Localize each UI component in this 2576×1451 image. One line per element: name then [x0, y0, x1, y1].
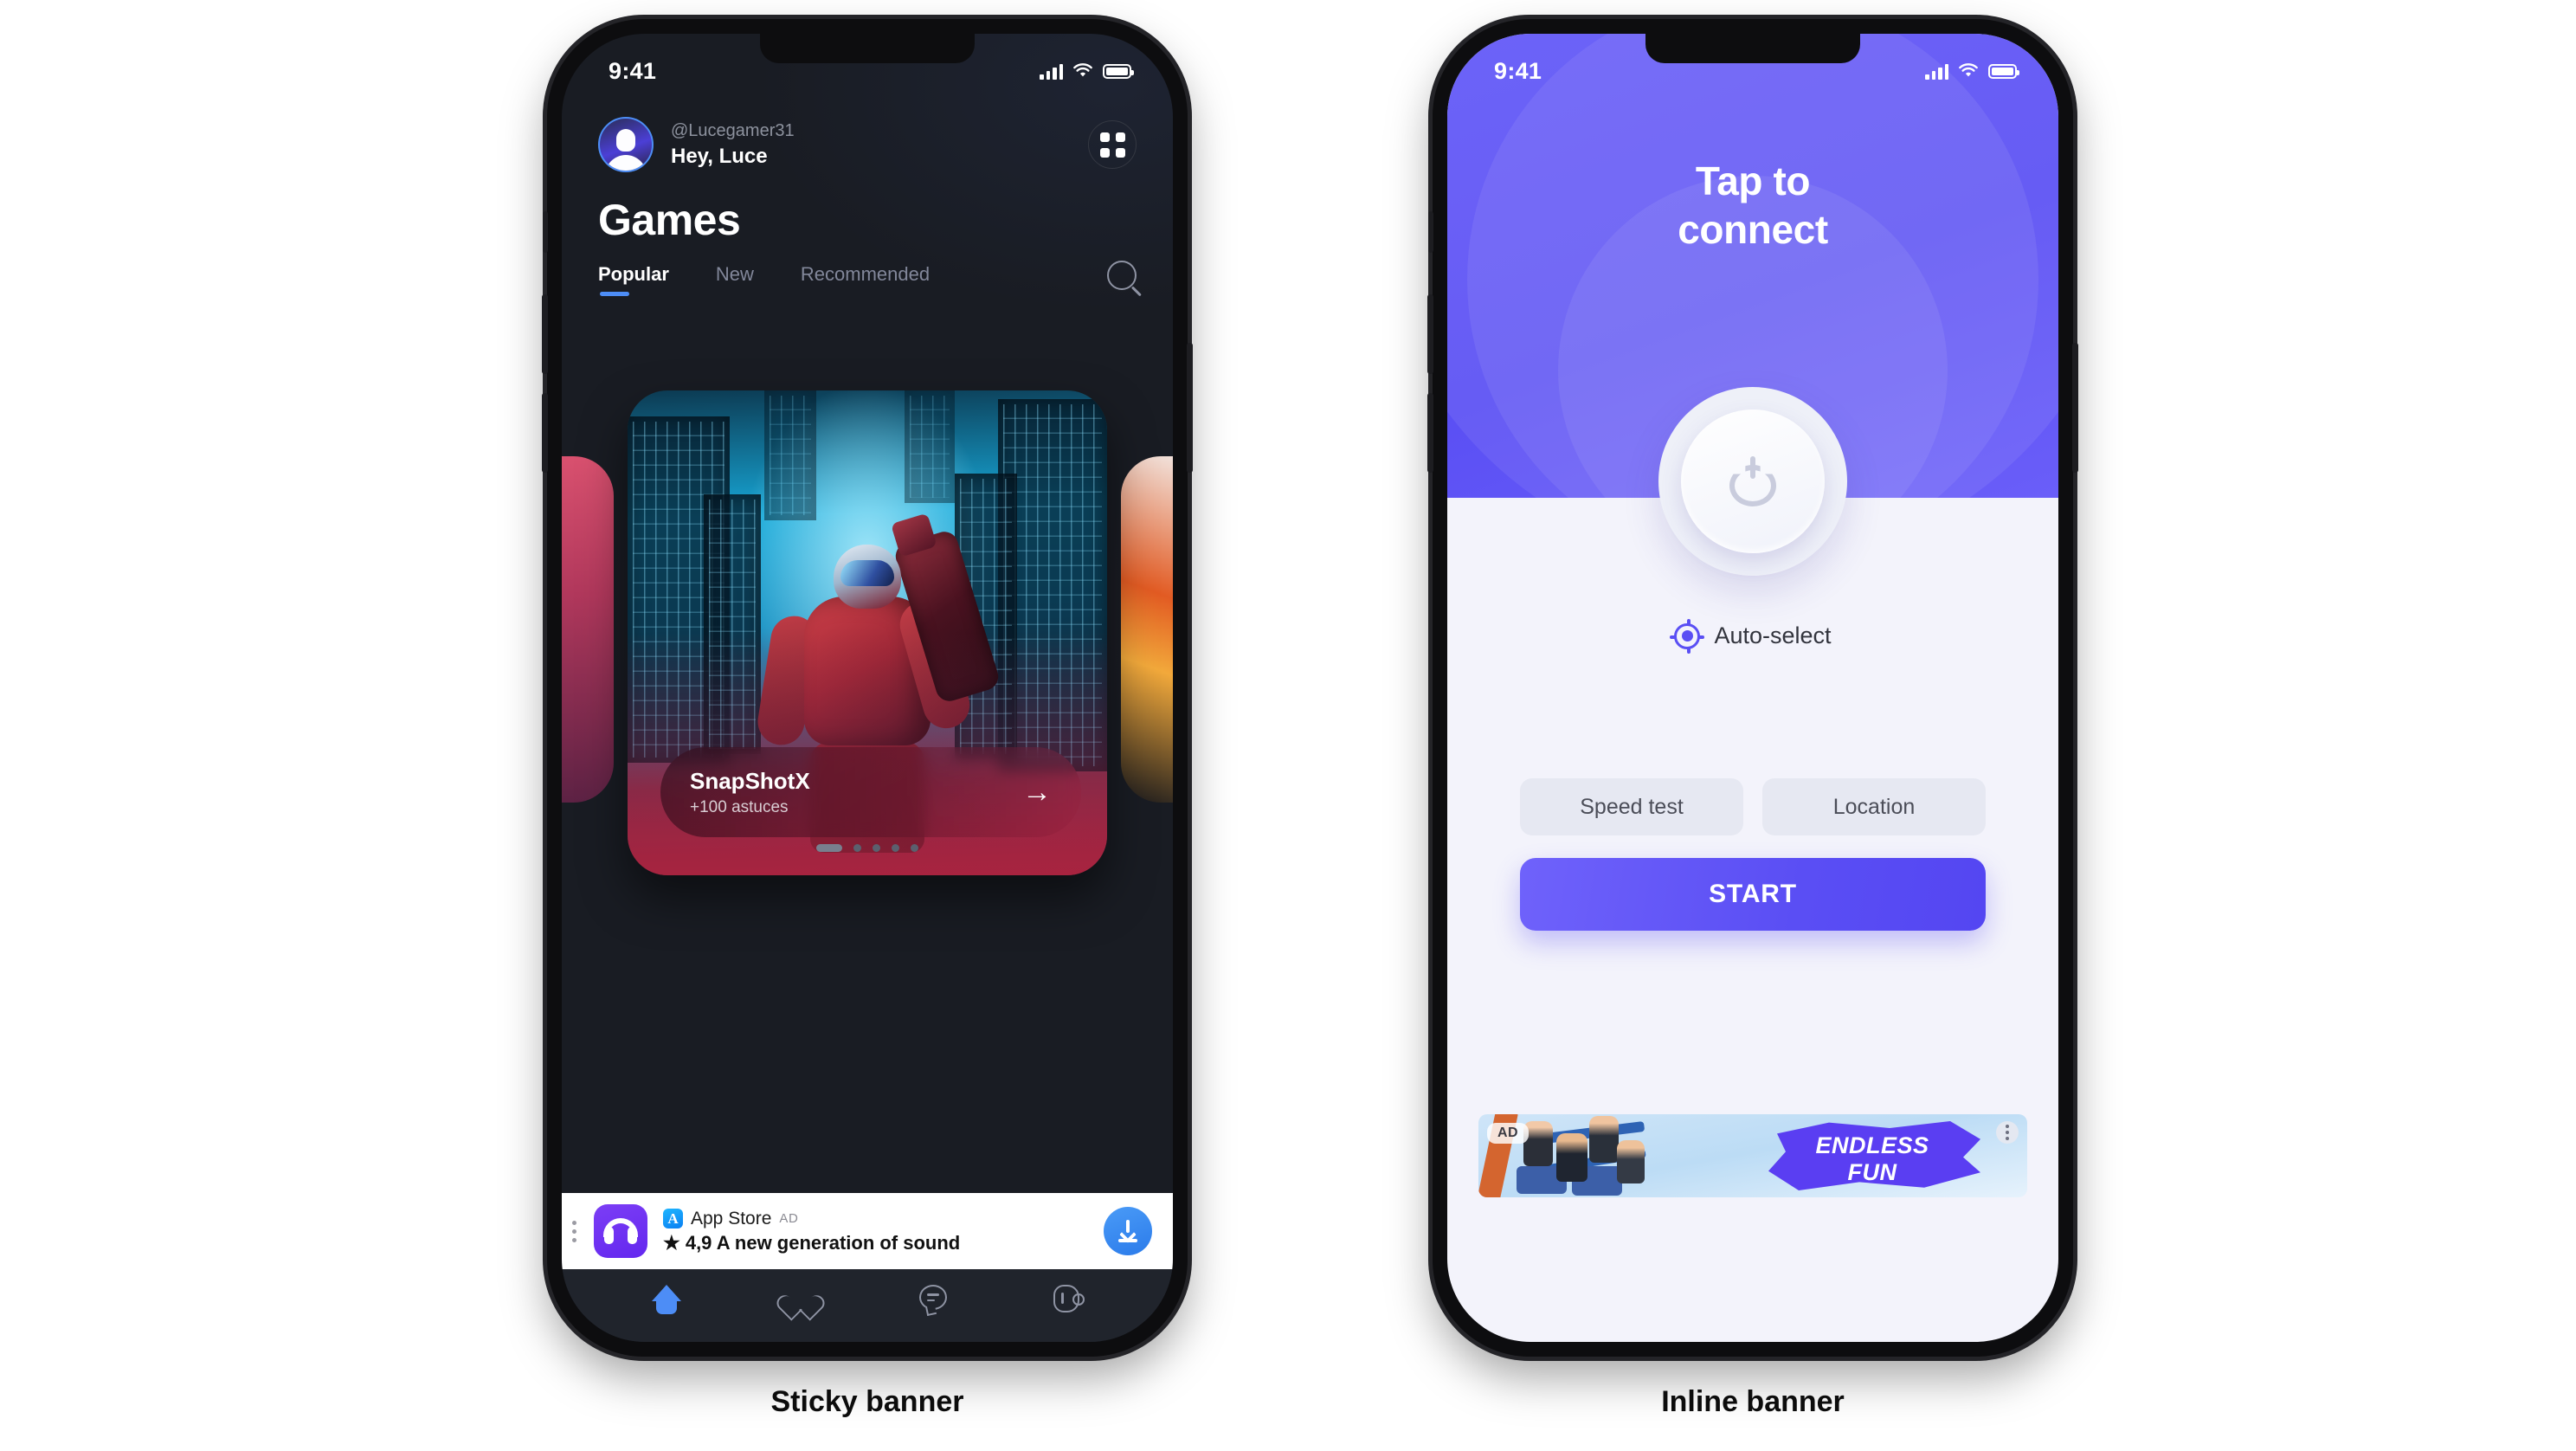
nav-heart-icon[interactable]	[786, 1285, 815, 1314]
silent-switch[interactable]	[1428, 211, 1433, 253]
game-title: SnapShotX	[690, 767, 810, 794]
cellular-signal-icon	[1040, 63, 1063, 80]
vpn-app-screen: 9:41 Tap to connect Auto-select Speed te…	[1447, 34, 2058, 1342]
nav-chat-icon[interactable]	[919, 1285, 949, 1314]
game-carousel[interactable]: SnapShotX +100 astuces →	[562, 390, 1173, 875]
download-icon[interactable]	[1104, 1207, 1152, 1255]
tab-new[interactable]: New	[716, 263, 754, 296]
volume-down-button[interactable]	[542, 393, 548, 473]
status-icons	[1925, 63, 2019, 80]
kebab-menu-vertical-icon[interactable]	[1996, 1121, 2019, 1144]
phone-mockup-inline-banner: 9:41 Tap to connect Auto-select Speed te…	[1427, 19, 2078, 1357]
kebab-menu-vertical-icon[interactable]	[572, 1220, 578, 1242]
tab-recommended[interactable]: Recommended	[801, 263, 930, 296]
volume-up-button[interactable]	[1427, 294, 1433, 374]
target-icon	[1670, 618, 1705, 654]
battery-icon	[1988, 63, 2019, 79]
tab-popular[interactable]: Popular	[598, 263, 669, 296]
speed-test-button[interactable]: Speed test	[1520, 778, 1743, 835]
ad-headline-line2: FUN	[1847, 1159, 1897, 1185]
arrow-right-icon[interactable]: →	[1022, 777, 1052, 807]
silent-switch[interactable]	[543, 211, 548, 253]
carousel-pagination[interactable]	[562, 844, 1173, 852]
status-time: 9:41	[1494, 57, 1542, 84]
nav-home-icon[interactable]	[652, 1285, 682, 1314]
user-handle: @Lucegamer31	[671, 121, 795, 141]
grid-menu-icon[interactable]	[1088, 120, 1137, 169]
carousel-card-next[interactable]	[1121, 456, 1173, 803]
cellular-signal-icon	[1925, 63, 1948, 80]
power-icon	[1729, 456, 1776, 506]
carousel-card-active[interactable]: SnapShotX +100 astuces →	[628, 390, 1107, 875]
ad-copy: A App Store AD ★ 4,9 A new generation of…	[663, 1209, 960, 1254]
location-mode-row[interactable]: Auto-select	[1447, 618, 2058, 654]
profile-row: @Lucegamer31 Hey, Luce	[598, 117, 1137, 172]
bottom-navigation	[562, 1269, 1173, 1342]
location-mode-label: Auto-select	[1714, 622, 1832, 648]
search-icon[interactable]	[1107, 261, 1137, 290]
page-title: Games	[598, 196, 741, 244]
notch	[760, 34, 975, 63]
ad-store-name: App Store	[691, 1208, 772, 1229]
action-pills: Speed test Location	[1520, 778, 1986, 835]
headphones-icon	[594, 1204, 647, 1258]
game-subtitle: +100 astuces	[690, 798, 789, 817]
volume-down-button[interactable]	[1427, 393, 1433, 473]
wifi-icon	[1073, 63, 1092, 77]
ad-headline: ENDLESS FUN	[1764, 1121, 1980, 1190]
vpn-title: Tap to connect	[1678, 158, 1828, 253]
power-side-button[interactable]	[2072, 343, 2078, 473]
ad-label: AD	[1487, 1123, 1530, 1144]
caption-inline-banner: Inline banner	[1661, 1385, 1845, 1418]
location-button[interactable]: Location	[1762, 778, 1986, 835]
inline-banner-ad[interactable]: AD ENDLESS FUN	[1478, 1114, 2027, 1197]
caption-sticky-banner: Sticky banner	[770, 1385, 964, 1418]
user-greeting: Hey, Luce	[671, 144, 768, 168]
game-card-label[interactable]: SnapShotX +100 astuces →	[660, 747, 1081, 837]
ad-headline-line1: ENDLESS	[1815, 1132, 1929, 1158]
comparison-stage: 9:41 @Lucegamer31 Hey, Luce Games Popula…	[0, 0, 2576, 1451]
app-header: @Lucegamer31 Hey, Luce Games Popular New…	[562, 117, 1173, 299]
ad-headline: ★ 4,9 A new generation of sound	[663, 1231, 961, 1254]
status-icons	[1040, 63, 1134, 80]
start-button[interactable]: START	[1520, 858, 1986, 931]
tab-bar: Popular New Recommended	[598, 261, 1137, 299]
power-side-button[interactable]	[1187, 343, 1193, 473]
carousel-card-previous[interactable]	[562, 456, 614, 803]
app-store-icon: A	[663, 1209, 683, 1229]
power-button[interactable]	[1658, 387, 1847, 576]
notch	[1645, 34, 1860, 63]
volume-up-button[interactable]	[542, 294, 548, 374]
sticky-banner-ad[interactable]: A App Store AD ★ 4,9 A new generation of…	[562, 1193, 1173, 1269]
nav-profile-icon[interactable]	[1053, 1285, 1085, 1314]
ad-label: AD	[779, 1211, 799, 1226]
status-time: 9:41	[609, 57, 657, 84]
battery-icon	[1103, 63, 1134, 79]
user-info: @Lucegamer31 Hey, Luce	[671, 120, 795, 169]
phone-mockup-sticky-banner: 9:41 @Lucegamer31 Hey, Luce Games Popula…	[542, 19, 1193, 1357]
games-app-screen: 9:41 @Lucegamer31 Hey, Luce Games Popula…	[562, 34, 1173, 1342]
avatar[interactable]	[598, 117, 654, 172]
wifi-icon	[1959, 63, 1978, 77]
